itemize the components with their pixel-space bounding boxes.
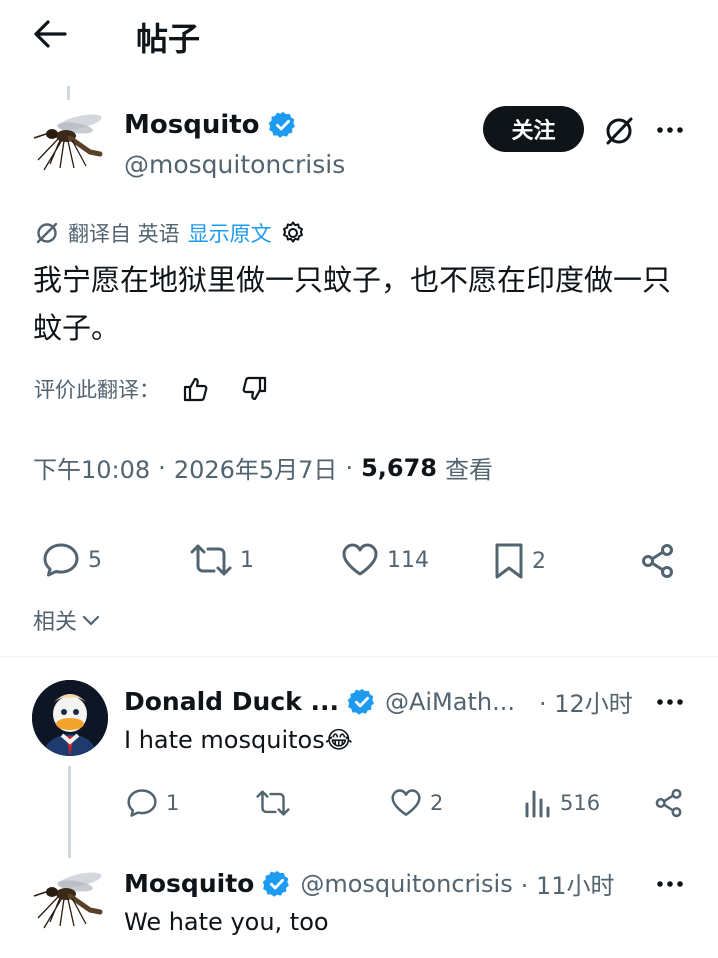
show-original-link[interactable]: 显示原文 [188, 218, 272, 248]
bookmark-icon [495, 543, 523, 579]
repost-button[interactable]: 1 [190, 542, 254, 578]
follow-button[interactable]: 关注 [483, 106, 584, 152]
reply-author-name[interactable]: Donald Duck ... [124, 687, 339, 716]
laughing-emoji: 😂 [324, 726, 353, 754]
share-icon[interactable] [640, 543, 676, 579]
like-icon [391, 789, 421, 816]
grok-icon[interactable] [602, 114, 636, 148]
verified-badge-icon [268, 110, 298, 140]
post-text: 我宁愿在地狱里做一只蚊子，也不愿在印度做一只蚊子。 [33, 263, 672, 345]
translated-from-label: 翻译自 英语 [68, 222, 180, 246]
divider [0, 656, 718, 657]
verified-badge-icon [262, 869, 292, 899]
thread-line [67, 86, 70, 100]
post-time[interactable]: 下午10:08 [33, 450, 150, 485]
page-title: 帖子 [136, 20, 201, 58]
translate-icon [34, 220, 60, 246]
reply-author-handle[interactable]: @AiMath... [385, 688, 515, 716]
reply-author-handle[interactable]: @mosquitoncrisis [300, 870, 512, 898]
chevron-down-icon [82, 615, 100, 626]
more-icon[interactable] [656, 126, 684, 134]
reply-time[interactable]: · 11小时 [521, 866, 615, 901]
back-arrow-icon[interactable] [32, 18, 68, 50]
like-button[interactable]: 2 [390, 788, 443, 818]
reply-icon [43, 543, 79, 577]
verified-badge-icon [347, 687, 377, 717]
more-icon[interactable] [656, 880, 684, 888]
views-button[interactable]: 516 [524, 788, 600, 818]
share-icon[interactable] [654, 788, 684, 818]
like-button[interactable]: 114 [341, 542, 429, 578]
thumbs-down-icon[interactable] [240, 375, 268, 403]
views-count: 5,678 [361, 453, 437, 482]
bookmark-count: 2 [532, 548, 546, 574]
rate-translation-label: 评价此翻译： [34, 378, 160, 402]
avatar[interactable] [30, 866, 108, 932]
avatar[interactable] [32, 680, 108, 756]
reply-button[interactable]: 1 [126, 788, 179, 818]
follow-label: 关注 [511, 119, 556, 144]
views-count: 516 [560, 791, 601, 815]
reply-author-name[interactable]: Mosquito [124, 869, 254, 898]
reply-count: 1 [166, 791, 180, 815]
repost-count: 1 [240, 547, 254, 573]
reply-text: I hate mosquitos [124, 726, 325, 754]
related-label: 相关 [33, 610, 78, 635]
related-toggle[interactable]: 相关 [33, 604, 101, 636]
views-icon [525, 790, 550, 818]
reply-icon [127, 789, 157, 817]
settings-icon[interactable] [280, 220, 306, 246]
reply-count: 5 [88, 547, 102, 573]
views-label: 查看 [445, 456, 493, 484]
bookmark-button[interactable]: 2 [494, 542, 546, 580]
reply-button[interactable]: 5 [42, 542, 102, 578]
author-handle[interactable]: @mosquitoncrisis [124, 150, 345, 179]
like-count: 114 [387, 547, 429, 573]
separator: · [158, 453, 166, 482]
like-icon [342, 543, 378, 576]
thread-line [68, 766, 71, 858]
more-icon[interactable] [656, 698, 684, 706]
thumbs-up-icon[interactable] [182, 375, 210, 403]
separator: · [345, 453, 354, 482]
reply-time[interactable]: · 12小时 [539, 684, 633, 719]
post-date[interactable]: 2026年5月7日 [174, 450, 338, 485]
repost-icon [190, 544, 232, 576]
avatar[interactable] [30, 108, 108, 174]
like-count: 2 [430, 791, 444, 815]
reply-text: We hate you, too [124, 908, 329, 936]
repost-button[interactable] [256, 788, 298, 818]
repost-icon [256, 790, 290, 816]
author-name[interactable]: Mosquito [124, 110, 260, 140]
